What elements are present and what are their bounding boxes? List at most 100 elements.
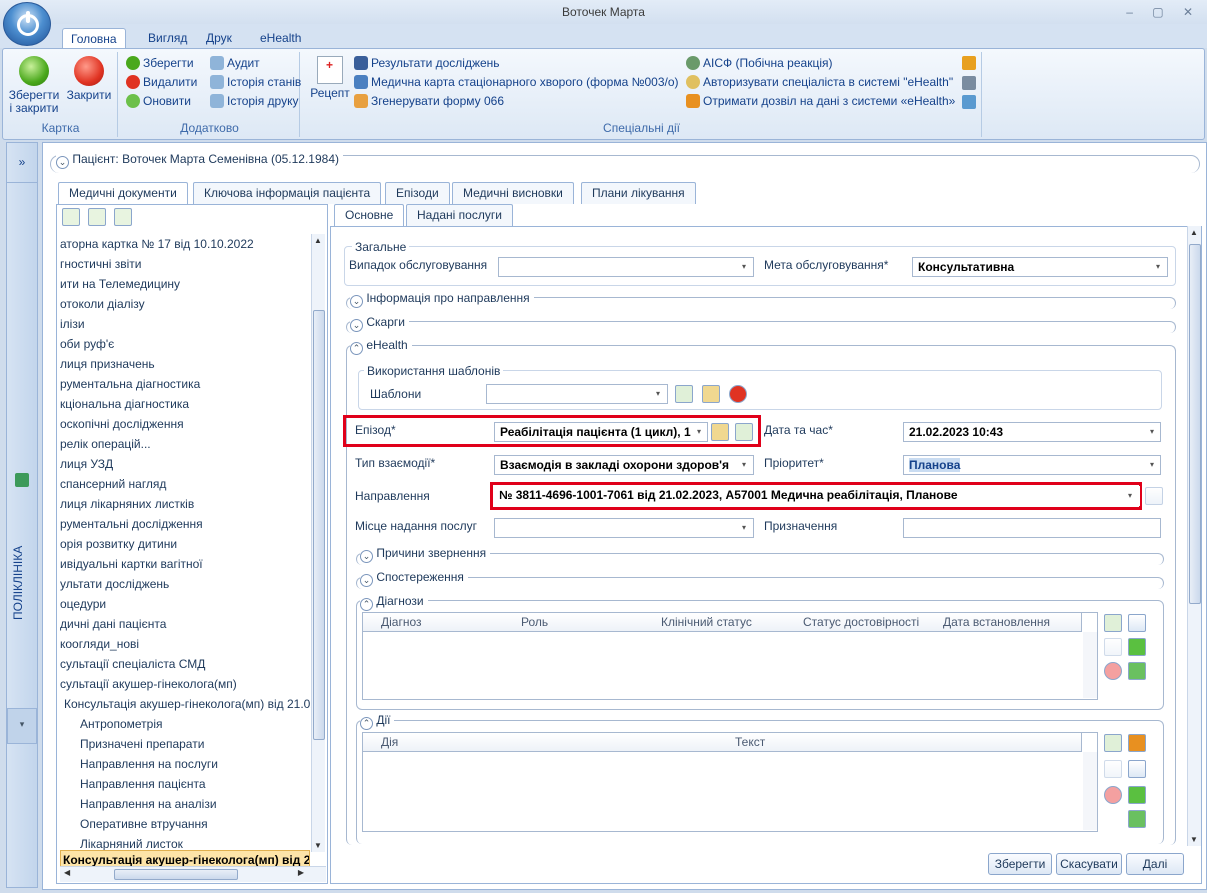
tree-vscroll[interactable]: ▲ ▼	[311, 234, 325, 852]
book-icon[interactable]	[711, 423, 729, 441]
patient-header[interactable]: ⌄ Пацієнт: Воточек Марта Семенівна (05.1…	[56, 150, 343, 169]
scroll-up-icon[interactable]: ▲	[314, 236, 322, 245]
tree-item[interactable]: Призначені препарати	[60, 734, 312, 754]
col-text[interactable]: Текст	[735, 733, 765, 751]
hscroll-thumb[interactable]	[114, 869, 238, 880]
actions-section[interactable]: ⌃ Дії	[360, 713, 395, 730]
refresh-button[interactable]: Оновити	[126, 92, 191, 111]
tab-medical-docs[interactable]: Медичні документи	[58, 182, 188, 205]
case-select[interactable]	[498, 257, 754, 277]
add-doc-icon[interactable]	[62, 208, 80, 226]
aisf-button[interactable]: АІСФ (Побічна реакція)	[686, 54, 833, 73]
monitor-icon[interactable]	[962, 95, 976, 109]
tree-item[interactable]: Направлення на послуги	[60, 754, 312, 774]
ehealth-section[interactable]: ⌃ eHealth	[350, 338, 412, 355]
print-history-button[interactable]: Історія друку	[210, 92, 298, 111]
save-button[interactable]: Зберегти	[126, 54, 194, 73]
tree-item[interactable]: коогляди_нові	[60, 634, 312, 654]
tree-item[interactable]: Направлення на аналізи	[60, 794, 312, 814]
interaction-select[interactable]: Взаємодія в закладі охорони здоров'я	[494, 455, 754, 475]
tree-item[interactable]: Антропометрія	[60, 714, 312, 734]
tree-scroll-thumb[interactable]	[313, 310, 325, 740]
folder-icon[interactable]	[962, 56, 976, 70]
save-close-button[interactable]: Зберегти і закрити	[6, 56, 62, 115]
tab-main[interactable]: Основне	[334, 204, 405, 227]
tree-item[interactable]: дичні дані пацієнта	[60, 614, 312, 634]
tree-item[interactable]: спансерний нагляд	[60, 474, 312, 494]
datetime-field[interactable]: 21.02.2023 10:43	[903, 422, 1161, 442]
tools-icon[interactable]	[1128, 614, 1146, 632]
tree-item[interactable]: лиця УЗД	[60, 454, 312, 474]
tree-item[interactable]: ити на Телемедицину	[60, 274, 312, 294]
gen-066-button[interactable]: Згенерувати форму 066	[354, 92, 504, 111]
col-role[interactable]: Роль	[521, 613, 548, 631]
edit-icon[interactable]	[1145, 487, 1163, 505]
tree-item[interactable]: Направлення пацієнта	[60, 774, 312, 794]
permission-button[interactable]: Отримати дозвіл на дані з системи «eHeal…	[686, 92, 955, 111]
authorize-button[interactable]: Авторизувати спеціаліста в системі "eHea…	[686, 73, 953, 92]
delete-template-icon[interactable]	[729, 385, 747, 403]
book-icon[interactable]	[702, 385, 720, 403]
priority-select[interactable]: Планова	[903, 455, 1161, 475]
save-footer-button[interactable]: Зберегти	[988, 853, 1052, 875]
tab-plans[interactable]: Плани лікування	[581, 182, 696, 204]
next-footer-button[interactable]: Далі	[1126, 853, 1184, 875]
tree-item[interactable]: оскопічні дослідження	[60, 414, 312, 434]
col-clinical-status[interactable]: Клінічний статус	[661, 613, 752, 631]
tree-item[interactable]: ілізи	[60, 314, 312, 334]
col-date[interactable]: Дата встановлення	[943, 613, 1050, 631]
tab-key-info[interactable]: Ключова інформація пацієнта	[193, 182, 382, 204]
add-user-icon[interactable]	[114, 208, 132, 226]
tree-item[interactable]: аторна картка № 17 від 10.10.2022	[60, 234, 312, 254]
state-history-button[interactable]: Історія станів	[210, 73, 301, 92]
tree-item[interactable]: лиця призначень	[60, 354, 312, 374]
observations-section[interactable]: ⌄ Спостереження	[360, 570, 468, 587]
purpose-field[interactable]	[903, 518, 1161, 538]
ribbon-tab-ehealth[interactable]: eHealth	[252, 28, 309, 48]
delete-button[interactable]: Видалити	[126, 73, 197, 92]
tree-item[interactable]: Консультація акушер-гінеколога(мп) від 2…	[60, 694, 312, 714]
tree-item[interactable]: рументальна діагностика	[60, 374, 312, 394]
scroll-down-icon[interactable]: ▼	[1190, 835, 1198, 844]
scroll-right-icon[interactable]: ▶	[298, 868, 304, 877]
reasons-section[interactable]: ⌄ Причини звернення	[360, 546, 491, 563]
tab-services[interactable]: Надані послуги	[406, 204, 513, 226]
results-button[interactable]: Результати досліджень	[354, 54, 500, 73]
books-icon[interactable]	[1128, 734, 1146, 752]
tree-item[interactable]: рументальні дослідження	[60, 514, 312, 534]
app-menu-orb[interactable]	[3, 2, 51, 46]
actions-vscroll[interactable]	[1083, 752, 1097, 830]
tree-item[interactable]: оцедури	[60, 594, 312, 614]
rail-toggle[interactable]: ▾	[7, 708, 37, 744]
tree-item[interactable]: гностичні звіти	[60, 254, 312, 274]
add-episode-icon[interactable]	[735, 423, 753, 441]
tools-icon[interactable]	[1128, 760, 1146, 778]
tree-item[interactable]: оби руф'є	[60, 334, 312, 354]
episode-select[interactable]: Реабілітація пацієнта (1 цикл), 1	[494, 422, 708, 442]
inpatient-card-button[interactable]: Медична карта стаціонарного хворого (фор…	[354, 73, 679, 92]
templates-select[interactable]	[486, 384, 668, 404]
tree-item[interactable]: релік операцій...	[60, 434, 312, 454]
add-action-icon[interactable]	[1104, 734, 1122, 752]
col-diagnosis[interactable]: Діагноз	[381, 613, 422, 631]
diagnoses-vscroll[interactable]	[1083, 632, 1097, 698]
goal-select[interactable]: Консультативна	[912, 257, 1168, 277]
tree-item[interactable]: сультації спеціаліста СМД	[60, 654, 312, 674]
referral-select[interactable]: № 3811-4696-1001-7061 від 21.02.2023, A5…	[494, 486, 1140, 506]
place-select[interactable]	[494, 518, 754, 538]
col-action[interactable]: Дія	[381, 733, 398, 751]
tree-item[interactable]: отоколи діалізу	[60, 294, 312, 314]
tree-item[interactable]: орія розвитку дитини	[60, 534, 312, 554]
cancel-footer-button[interactable]: Скасувати	[1056, 853, 1122, 875]
tree-item[interactable]: Оперативне втручання	[60, 814, 312, 834]
tree-item[interactable]: лиця лікарняних листків	[60, 494, 312, 514]
tab-episodes[interactable]: Епізоди	[385, 182, 450, 204]
scroll-down-icon[interactable]: ▼	[314, 841, 322, 850]
calendar-icon[interactable]	[962, 76, 976, 90]
tree-item[interactable]: кціональна діагностика	[60, 394, 312, 414]
close-button[interactable]: Закрити	[62, 56, 116, 102]
ribbon-tab-home[interactable]: Головна	[62, 28, 126, 49]
diagnoses-section[interactable]: ⌃ Діагнози	[360, 594, 428, 611]
refresh-icon[interactable]	[1128, 638, 1146, 656]
add-diagnosis-icon[interactable]	[1104, 614, 1122, 632]
